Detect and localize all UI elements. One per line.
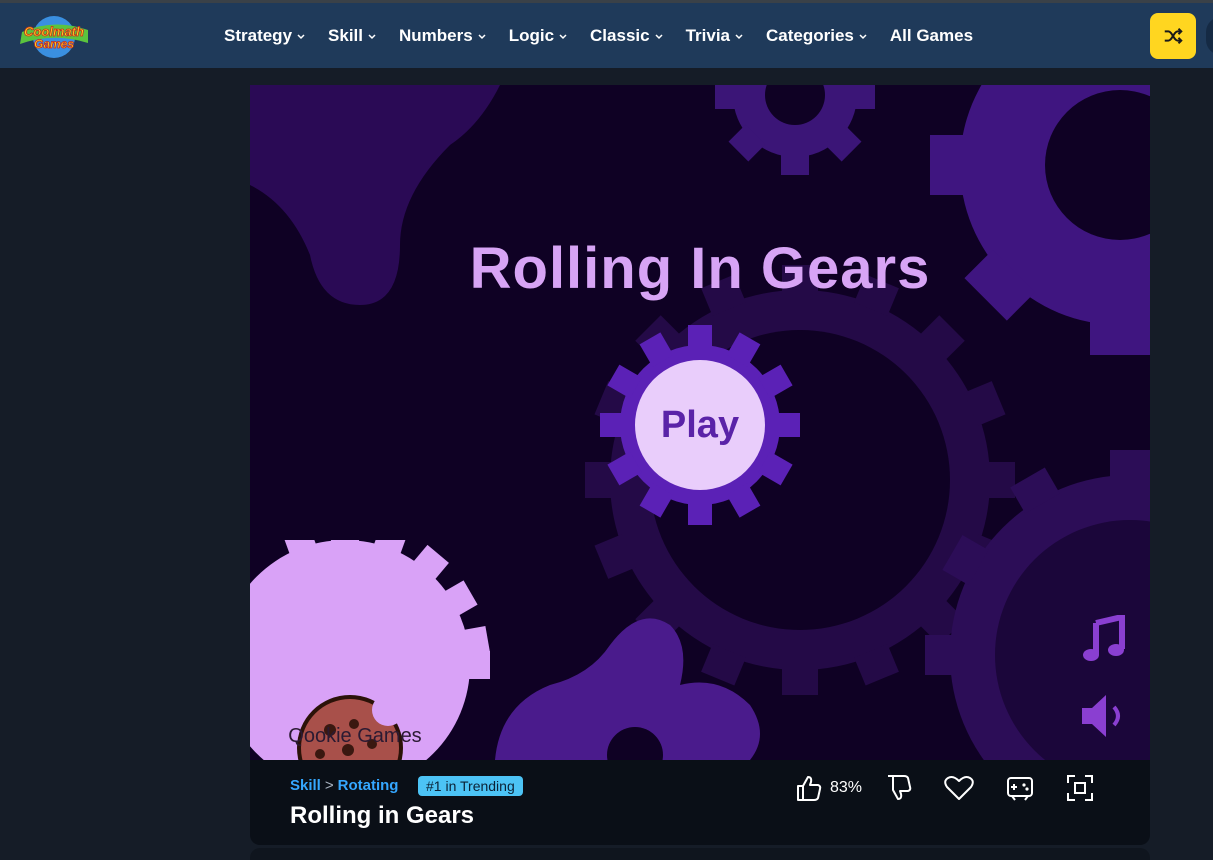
play-button[interactable]: Play xyxy=(600,325,800,525)
music-note-icon xyxy=(1083,613,1125,661)
nav-item-label: Trivia xyxy=(685,25,730,45)
favorite-button[interactable] xyxy=(944,775,974,801)
logo-text-bottom: Games xyxy=(34,37,74,51)
breadcrumb-subcategory[interactable]: Rotating xyxy=(338,777,399,794)
like-percentage: 83% xyxy=(830,779,863,796)
thumbs-down-icon xyxy=(888,775,912,800)
chevron-down-icon xyxy=(859,33,867,39)
music-toggle-button[interactable] xyxy=(1082,613,1126,663)
nav-item-strategy[interactable]: Strategy xyxy=(224,26,306,46)
sound-toggle-button[interactable] xyxy=(1078,691,1130,741)
chevron-down-icon xyxy=(368,33,376,39)
nav-item-skill[interactable]: Skill xyxy=(328,26,377,46)
random-game-button[interactable] xyxy=(1150,13,1196,59)
breadcrumb-separator: > xyxy=(324,777,334,794)
nav-item-numbers[interactable]: Numbers xyxy=(399,26,487,46)
cookie-icon xyxy=(297,694,404,760)
next-section-edge xyxy=(250,848,1150,860)
nav-item-logic[interactable]: Logic xyxy=(509,26,568,46)
main-nav: Strategy Skill Numbers Logic Classic Trivia Ca… xyxy=(224,3,995,68)
nav-item-label: Skill xyxy=(328,25,363,45)
game-title: Rolling In Gears xyxy=(469,236,931,301)
fullscreen-icon xyxy=(1067,775,1094,801)
developer-splash: Qookie Games xyxy=(250,520,491,760)
chevron-down-icon xyxy=(297,33,305,39)
chevron-down-icon xyxy=(735,33,743,39)
nav-item-label: Numbers xyxy=(399,25,473,45)
fullscreen-button[interactable] xyxy=(1066,774,1094,802)
dislike-button[interactable] xyxy=(886,774,912,802)
trending-badge[interactable]: #1 in Trending xyxy=(418,776,523,796)
bg-gear-top xyxy=(715,85,875,175)
heart-icon xyxy=(944,776,974,800)
site-header: Coolmath Games Strategy Skill Numbers Logic… xyxy=(0,3,1213,68)
nav-item-categories[interactable]: Categories xyxy=(766,26,868,46)
nav-item-label: Strategy xyxy=(224,25,293,45)
breadcrumb-category[interactable]: Skill xyxy=(290,777,321,794)
nav-item-label: Classic xyxy=(590,25,650,45)
gamepad-icon xyxy=(1007,777,1034,801)
bg-gear-top-right xyxy=(930,85,1150,355)
play-label: Play xyxy=(660,403,740,446)
chevron-down-icon xyxy=(478,33,486,39)
nav-item-label: Categories xyxy=(766,25,854,45)
nav-item-all-games[interactable]: All Games xyxy=(890,26,973,46)
nav-item-label: Logic xyxy=(508,25,555,45)
breadcrumb: Skill > Rotating xyxy=(290,777,398,794)
game-name: Rolling in Gears xyxy=(290,802,475,829)
chevron-down-icon xyxy=(655,33,663,39)
thumbs-up-icon xyxy=(797,776,822,801)
speaker-icon xyxy=(1082,695,1120,737)
nav-item-label: All Games xyxy=(889,25,974,45)
game-canvas[interactable]: Rolling In Gears Play Qookie Games xyxy=(250,85,1150,760)
controls-button[interactable] xyxy=(1006,774,1034,802)
game-actions: 83% xyxy=(796,772,1094,804)
developer-name: Qookie Games xyxy=(288,725,422,747)
shuffle-icon xyxy=(1164,27,1183,45)
nav-item-classic[interactable]: Classic xyxy=(590,26,664,46)
nav-item-trivia[interactable]: Trivia xyxy=(686,26,744,46)
user-avatar[interactable] xyxy=(1206,17,1213,55)
game-info-bar: Skill > Rotating #1 in Trending Rolling in… xyxy=(250,760,1150,845)
chevron-down-icon xyxy=(559,33,567,39)
like-button[interactable]: 83% xyxy=(796,774,862,802)
coolmath-logo[interactable]: Coolmath Games xyxy=(14,12,94,60)
